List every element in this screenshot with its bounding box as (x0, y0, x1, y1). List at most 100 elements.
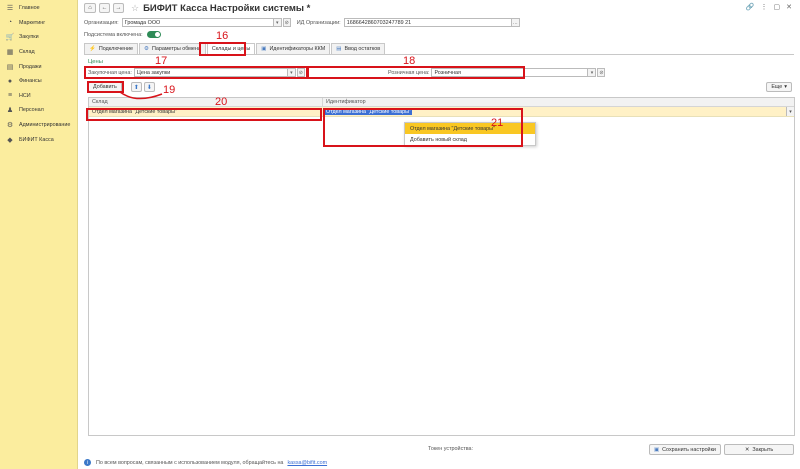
gear-icon: ⚙ (144, 46, 149, 52)
annotation-arrow-19 (119, 91, 163, 100)
email-link[interactable]: kassa@bifit.com (287, 460, 327, 466)
identifier-dropdown-button[interactable]: ▾ (786, 107, 794, 116)
sidebar-item-reference[interactable]: ≡ НСИ (0, 89, 77, 104)
home-button[interactable]: ⌂ (84, 3, 96, 13)
document-icon: ▤ (336, 46, 342, 52)
tab-label: Подключение (98, 46, 134, 52)
more-label: Еще (771, 84, 783, 90)
annotation-number-20: 20 (215, 96, 228, 108)
favorite-star-icon[interactable]: ☆ (131, 3, 139, 14)
annotation-number-21: 21 (491, 117, 504, 129)
chevron-down-icon: ▾ (275, 19, 279, 26)
close-icon: ✕ (744, 446, 750, 453)
retail-price-open[interactable]: ⊘ (597, 68, 606, 77)
org-id-button[interactable]: … (511, 18, 520, 27)
save-icon: ▣ (654, 446, 660, 453)
chevron-down-icon: ▾ (590, 69, 594, 76)
menu-icon: ☰ (6, 5, 14, 13)
table-header: Склад Идентификатор (89, 98, 794, 107)
tab-kkm-ids[interactable]: ▣ Идентификаторы ККМ (256, 43, 331, 54)
info-icon: i (84, 459, 91, 466)
annotation-box-18 (306, 66, 525, 79)
subsystem-toggle[interactable] (146, 31, 161, 38)
cart-icon: 🛒 (5, 34, 15, 42)
more-icon[interactable]: ⋮ (761, 3, 768, 11)
info-line: i По всем вопросам, связанным с использо… (84, 459, 327, 466)
org-label: Организация: (84, 19, 119, 26)
tab-exchange[interactable]: ⚙ Параметры обмена (139, 43, 206, 54)
save-settings-button[interactable]: ▣ Сохранить настройки (649, 444, 721, 455)
org-id-field[interactable]: 1686642860703247789 21 (343, 18, 512, 27)
sidebar-item-marketing[interactable]: ◔ Маркетинг (0, 16, 77, 31)
subsystem-label: Подсистема включена: (84, 31, 143, 38)
plug-icon: ⚡ (89, 46, 96, 52)
sidebar-item-main[interactable]: ☰ Главное (0, 1, 77, 16)
close-icon[interactable]: ✕ (786, 3, 792, 11)
reference-icon: ≡ (7, 92, 13, 100)
tab-divider (84, 54, 794, 55)
annotation-box-20 (86, 108, 322, 121)
home-icon: ⌂ (88, 5, 92, 11)
link-icon: ⊘ (284, 19, 289, 26)
forward-button[interactable]: → (113, 3, 124, 13)
sidebar-item-warehouse[interactable]: ▦ Склад (0, 45, 77, 60)
token-label: Токен устройства: (428, 446, 474, 452)
prices-section-title: Цены (88, 59, 103, 65)
arrow-right-icon: → (115, 5, 122, 11)
org-id-label: ИД Организации: (296, 19, 341, 26)
maximize-icon[interactable]: ▢ (774, 3, 781, 11)
bifit-icon: ◆ (7, 136, 13, 144)
sidebar-item-label: Персонал (19, 107, 44, 114)
sidebar-item-bifit[interactable]: ◆ БИФИТ Касса (0, 132, 77, 147)
sidebar-item-finance[interactable]: ● Финансы (0, 74, 77, 89)
tab-balances[interactable]: ▤ Ввод остатков (331, 43, 386, 54)
sidebar-item-label: Главное (19, 5, 40, 12)
warehouse-table: Склад Идентификатор Отдел магазина "Детс… (88, 97, 795, 436)
marketing-icon: ◔ (7, 19, 13, 27)
annotation-box-16 (199, 42, 246, 56)
subsystem-row: Подсистема включена: (84, 31, 161, 38)
sidebar-item-label: НСИ (19, 92, 31, 99)
sidebar-item-label: Финансы (19, 78, 42, 85)
sidebar-item-admin[interactable]: ⚙ Администрирование (0, 118, 77, 133)
page-title: БИФИТ Касса Настройки системы * (143, 2, 311, 14)
retail-price-dropdown[interactable]: ▾ (588, 68, 597, 77)
arrow-left-icon: ← (101, 5, 108, 11)
info-text: По всем вопросам, связанным с использова… (96, 459, 284, 466)
link-icon[interactable]: 🔗 (746, 3, 755, 11)
org-field[interactable]: Громада ООО (121, 18, 274, 27)
tab-label: Параметры обмена (151, 46, 201, 52)
sidebar-item-purchases[interactable]: 🛒 Закупки (0, 30, 77, 45)
window-controls: 🔗 ⋮ ▢ ✕ (746, 3, 792, 11)
register-icon: ▣ (261, 46, 267, 52)
close-button[interactable]: ✕ Закрыть (724, 444, 794, 455)
org-open-button[interactable]: ⊘ (282, 18, 291, 27)
sidebar-item-label: Продажи (19, 63, 42, 70)
sales-icon: ▤ (6, 63, 14, 71)
sidebar-item-label: Администрирование (19, 122, 71, 129)
close-label: Закрыть (752, 446, 774, 453)
back-button[interactable]: ← (99, 3, 110, 13)
sidebar-item-label: Закупки (19, 34, 39, 41)
annotation-number-17: 17 (155, 55, 168, 67)
finance-icon: ● (7, 77, 13, 85)
chevron-down-icon: ▾ (784, 84, 787, 90)
person-icon: ♟ (6, 107, 14, 115)
annotation-number-16: 16 (216, 30, 229, 42)
sidebar-item-label: Склад (19, 49, 35, 56)
annotation-box-17 (84, 66, 309, 79)
tab-label: Ввод остатков (344, 46, 381, 52)
column-identifier[interactable]: Идентификатор (323, 98, 794, 106)
titlebar: ⌂ ← → ☆ БИФИТ Касса Настройки системы * (78, 0, 800, 16)
org-dropdown-button[interactable]: ▾ (273, 18, 282, 27)
warehouse-icon: ▦ (6, 49, 14, 57)
tab-connection[interactable]: ⚡ Подключение (84, 43, 139, 54)
sidebar-item-label: Маркетинг (19, 19, 46, 26)
more-button[interactable]: Еще ▾ (766, 82, 792, 92)
sidebar-item-personnel[interactable]: ♟ Персонал (0, 103, 77, 118)
sidebar: ☰ Главное ◔ Маркетинг 🛒 Закупки ▦ Склад … (0, 0, 78, 469)
organization-row: Организация: Громада ООО ▾ ⊘ ИД Организа… (84, 18, 520, 27)
save-label: Сохранить настройки (662, 446, 716, 453)
sidebar-item-sales[interactable]: ▤ Продажи (0, 59, 77, 74)
chevron-down-icon: ▾ (789, 108, 792, 115)
